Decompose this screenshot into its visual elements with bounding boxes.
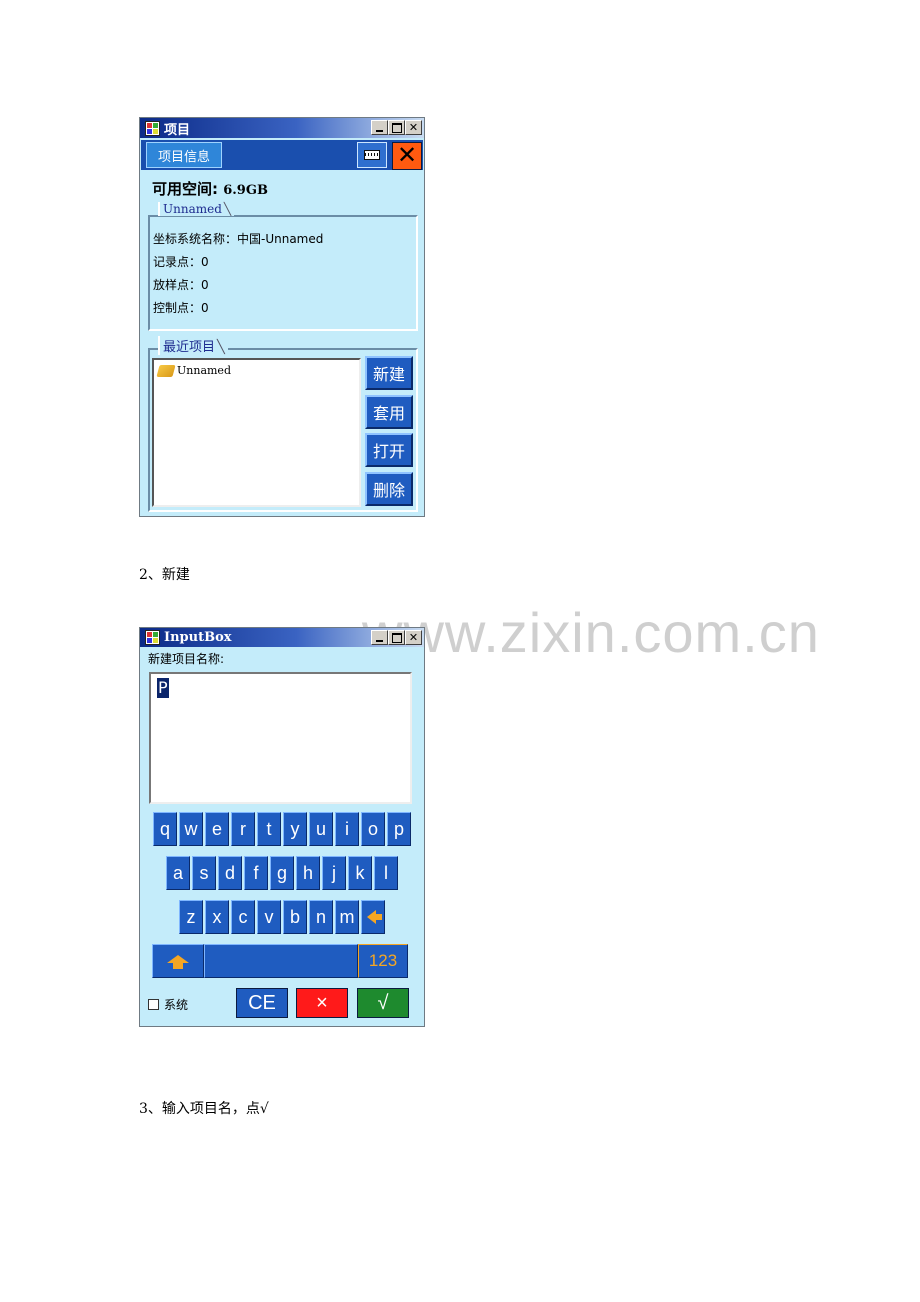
backspace-key[interactable] bbox=[361, 900, 385, 934]
window-title: 项目 bbox=[164, 122, 191, 138]
delete-button[interactable]: 删除 bbox=[365, 472, 413, 506]
recent-projects-group-title: 最近项目 ╲ bbox=[158, 336, 228, 355]
maximize-button[interactable] bbox=[388, 120, 405, 135]
key-t[interactable]: t bbox=[257, 812, 281, 846]
key-v[interactable]: v bbox=[257, 900, 281, 934]
recent-item-label: Unnamed bbox=[177, 364, 231, 377]
apply-button[interactable]: 套用 bbox=[365, 395, 413, 429]
key-w[interactable]: w bbox=[179, 812, 203, 846]
cancel-button[interactable]: × bbox=[296, 988, 348, 1018]
close-window-button[interactable]: ✕ bbox=[405, 120, 422, 135]
window-title: InputBox bbox=[164, 630, 232, 645]
coord-system-line: 坐标系统名称：中国-Unnamed bbox=[153, 232, 324, 246]
key-y[interactable]: y bbox=[283, 812, 307, 846]
project-info-group-title: Unnamed ╲ bbox=[158, 202, 235, 216]
key-q[interactable]: q bbox=[153, 812, 177, 846]
caption-step3: 3、输入项目名，点√ bbox=[139, 1101, 269, 1117]
key-c[interactable]: c bbox=[231, 900, 255, 934]
system-checkbox-row[interactable]: 系统 bbox=[148, 996, 188, 1013]
key-d[interactable]: d bbox=[218, 856, 242, 890]
key-k[interactable]: k bbox=[348, 856, 372, 890]
key-z[interactable]: z bbox=[179, 900, 203, 934]
keyboard-icon bbox=[364, 150, 380, 160]
inputbox-titlebar[interactable]: InputBox ✕ bbox=[140, 628, 424, 647]
free-space-value: 6.9GB bbox=[223, 183, 268, 198]
free-space: 可用空间: 6.9GB bbox=[152, 178, 268, 199]
key-l[interactable]: l bbox=[374, 856, 398, 890]
key-e[interactable]: e bbox=[205, 812, 229, 846]
folder-icon bbox=[156, 364, 176, 377]
app-icon bbox=[145, 120, 160, 136]
key-n[interactable]: n bbox=[309, 900, 333, 934]
keyboard-button[interactable] bbox=[357, 142, 387, 168]
list-item[interactable]: Unnamed bbox=[156, 364, 231, 377]
key-b[interactable]: b bbox=[283, 900, 307, 934]
open-button[interactable]: 打开 bbox=[365, 433, 413, 467]
numeric-mode-key[interactable]: 123 bbox=[358, 944, 408, 978]
key-m[interactable]: m bbox=[335, 900, 359, 934]
key-p[interactable]: p bbox=[387, 812, 411, 846]
minimize-button[interactable] bbox=[371, 630, 388, 645]
app-icon bbox=[145, 630, 160, 645]
key-g[interactable]: g bbox=[270, 856, 294, 890]
project-window: 项目 ✕ 项目信息 ✕ 可用空间: 6.9GB Unnamed ╲ 坐标系统名称：… bbox=[139, 117, 425, 517]
recent-group-title-text: 最近项目 bbox=[163, 340, 216, 355]
maximize-button[interactable] bbox=[388, 630, 405, 645]
close-project-button[interactable]: ✕ bbox=[392, 142, 422, 170]
key-f[interactable]: f bbox=[244, 856, 268, 890]
space-key[interactable] bbox=[204, 944, 358, 978]
shift-key[interactable] bbox=[152, 944, 204, 978]
inputbox-window: InputBox ✕ 新建项目名称: P qwertyuiop asdfghjkl… bbox=[139, 627, 425, 1027]
project-window-titlebar[interactable]: 项目 ✕ bbox=[140, 118, 424, 138]
project-group-title-text: Unnamed bbox=[163, 202, 222, 216]
caption-step2: 2、新建 bbox=[139, 567, 190, 583]
clear-button[interactable]: CE bbox=[236, 988, 288, 1018]
record-points-line: 记录点：0 bbox=[153, 255, 209, 269]
key-s[interactable]: s bbox=[192, 856, 216, 890]
ok-button[interactable]: √ bbox=[357, 988, 409, 1018]
close-window-button[interactable]: ✕ bbox=[405, 630, 422, 645]
key-o[interactable]: o bbox=[361, 812, 385, 846]
key-h[interactable]: h bbox=[296, 856, 320, 890]
watermark: www.zixin.com.cn bbox=[362, 601, 820, 664]
system-checkbox[interactable] bbox=[148, 999, 159, 1010]
control-points-line: 控制点：0 bbox=[153, 301, 209, 315]
minimize-button[interactable] bbox=[371, 120, 388, 135]
system-checkbox-label: 系统 bbox=[164, 998, 189, 1012]
new-button[interactable]: 新建 bbox=[365, 356, 413, 390]
shift-arrow-icon bbox=[167, 955, 189, 969]
project-toolbar: 项目信息 ✕ bbox=[141, 140, 423, 170]
tab-project-info[interactable]: 项目信息 bbox=[146, 142, 222, 168]
project-name-input[interactable]: P bbox=[149, 672, 412, 804]
key-r[interactable]: r bbox=[231, 812, 255, 846]
key-j[interactable]: j bbox=[322, 856, 346, 890]
recent-projects-list[interactable]: Unnamed bbox=[152, 358, 361, 507]
backspace-arrow-icon bbox=[366, 910, 382, 924]
stakeout-points-line: 放样点：0 bbox=[153, 278, 209, 292]
key-u[interactable]: u bbox=[309, 812, 333, 846]
key-a[interactable]: a bbox=[166, 856, 190, 890]
key-i[interactable]: i bbox=[335, 812, 359, 846]
key-x[interactable]: x bbox=[205, 900, 229, 934]
free-space-label: 可用空间: bbox=[152, 180, 218, 198]
input-value: P bbox=[157, 678, 169, 698]
input-prompt: 新建项目名称: bbox=[148, 652, 225, 666]
